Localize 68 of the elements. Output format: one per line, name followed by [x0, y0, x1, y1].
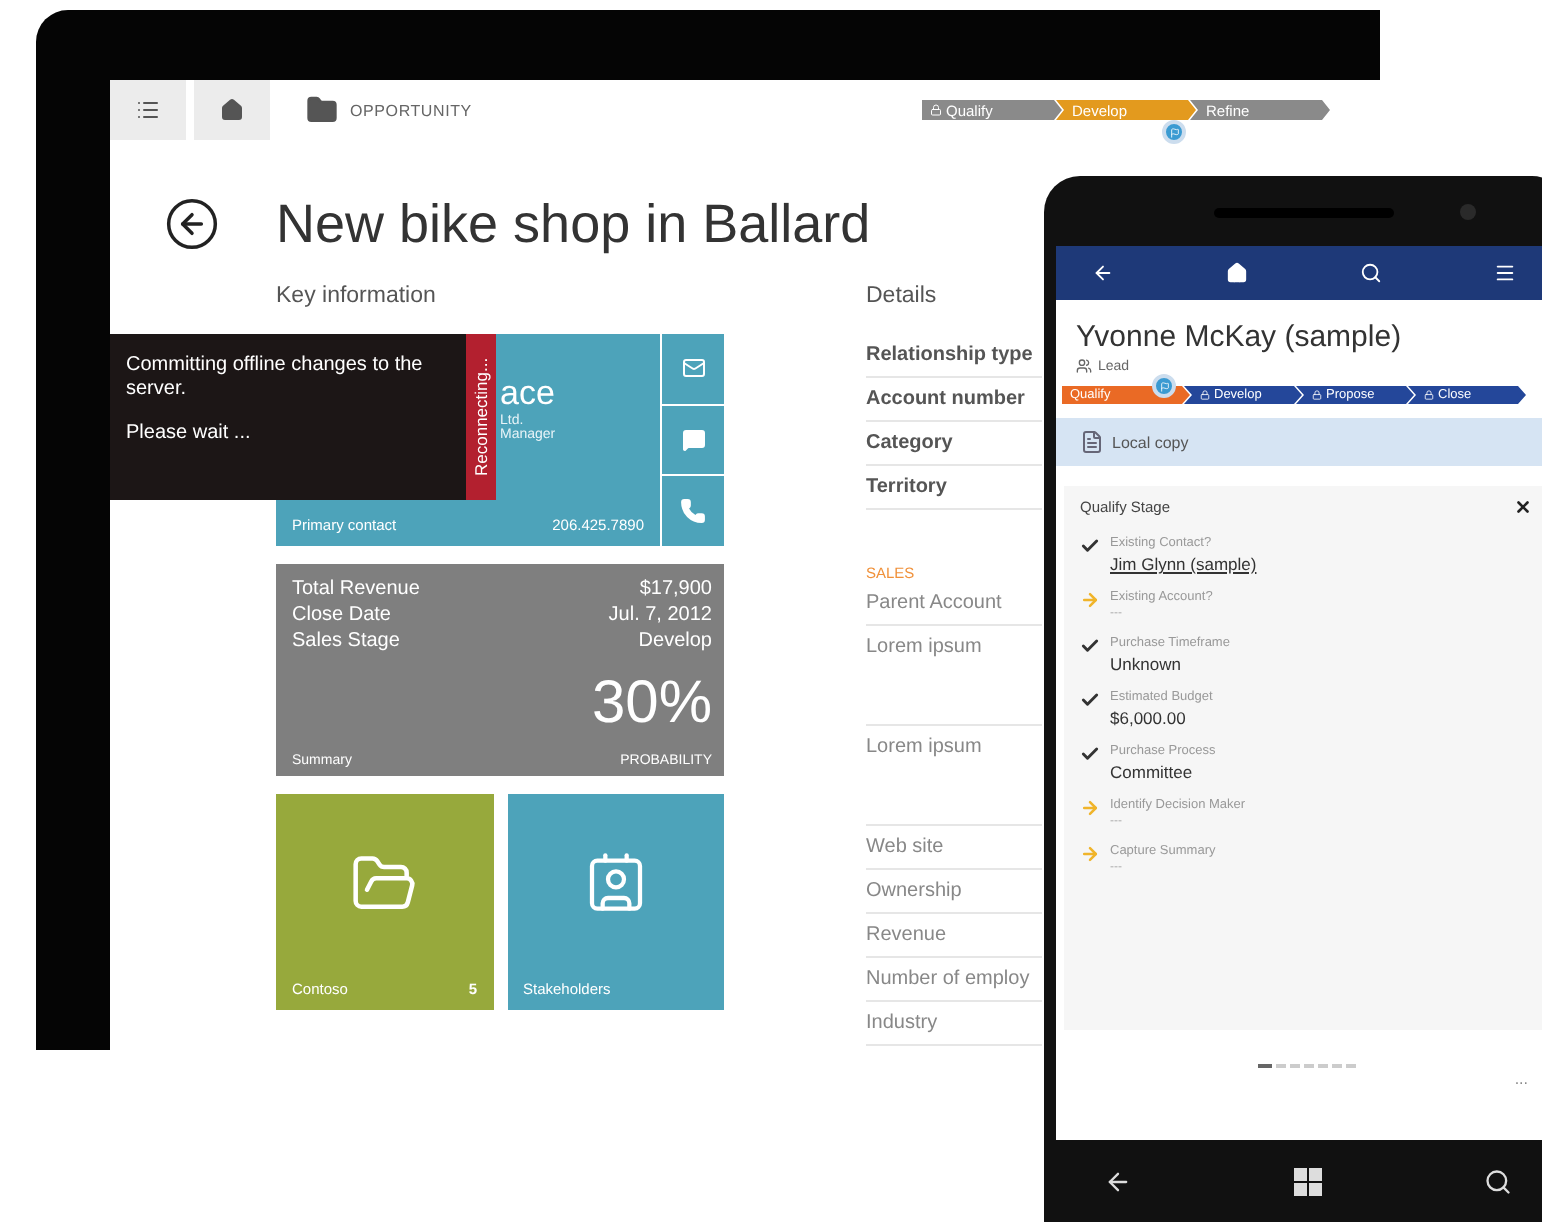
home-icon[interactable]	[1226, 262, 1248, 284]
field-label: Relationship type	[866, 344, 1033, 366]
summary-value: Develop	[638, 628, 712, 654]
phone-button[interactable]	[662, 476, 724, 547]
menu-icon[interactable]	[1494, 262, 1516, 284]
list-button[interactable]	[110, 80, 186, 140]
folder-icon	[306, 94, 338, 126]
step-value: Unknown	[1110, 654, 1183, 674]
search-icon[interactable]	[1360, 262, 1382, 284]
back-icon[interactable]	[1104, 1167, 1132, 1195]
home-button[interactable]	[194, 80, 270, 140]
summary-value: $17,900	[639, 576, 712, 602]
status-strip: Reconnecting...	[466, 334, 496, 500]
search-icon[interactable]	[1484, 1167, 1512, 1195]
document-icon	[1080, 430, 1104, 454]
check-icon	[1080, 744, 1100, 764]
chat-icon	[681, 428, 705, 452]
back-icon[interactable]	[1092, 262, 1114, 284]
camera-lens	[1460, 204, 1476, 220]
notification-hint: Please wait ...	[126, 422, 253, 446]
arrow-right-icon	[1080, 844, 1100, 864]
more-button[interactable]: ...	[1514, 1072, 1528, 1088]
mail-button[interactable]	[662, 334, 724, 404]
field-label: Account number	[866, 388, 1025, 410]
entity-label: OPPORTUNITY	[350, 101, 472, 119]
summary-label: Sales Stage	[292, 628, 400, 654]
step-value: Committee	[1110, 762, 1195, 782]
arrow-right-icon	[1080, 590, 1100, 610]
section-heading: Key information	[276, 282, 438, 312]
lock-icon	[1200, 390, 1210, 400]
probability-value: 30%	[591, 674, 712, 734]
field-label: Lorem ipsum	[866, 736, 982, 758]
step-value: $6,000.00	[1110, 708, 1188, 728]
step-link[interactable]: Jim Glynn (sample)	[1110, 554, 1257, 574]
field-label: Ownership	[866, 880, 962, 902]
check-icon	[1080, 636, 1100, 656]
phone-icon	[680, 498, 706, 525]
field-label: Industry	[866, 1012, 938, 1034]
check-icon	[1080, 536, 1100, 556]
flag-icon	[1152, 374, 1176, 398]
banner-text: Local copy	[1112, 433, 1189, 451]
lock-icon	[1424, 390, 1434, 400]
lock-icon	[930, 104, 942, 116]
check-icon	[1080, 690, 1100, 710]
field-label: Web site	[866, 836, 944, 858]
flag-icon	[1162, 120, 1186, 144]
field-label: Lorem ipsum	[866, 636, 982, 658]
close-icon[interactable]	[1514, 498, 1532, 516]
home-icon	[220, 98, 244, 122]
page-title: New bike shop in Ballard	[276, 193, 871, 255]
people-icon	[1076, 358, 1092, 374]
field-label: Number of employ	[866, 968, 1030, 990]
record-title: Yvonne McKay (sample)	[1076, 320, 1404, 354]
section-heading: Details	[866, 282, 939, 312]
message-button[interactable]	[662, 405, 724, 475]
contact-name: ace	[500, 374, 557, 413]
field-label: Territory	[866, 476, 947, 498]
arrow-right-icon	[1080, 798, 1100, 818]
summary-label: Close Date	[292, 602, 391, 628]
mail-icon	[681, 356, 705, 381]
back-icon[interactable]	[164, 196, 220, 252]
field-label: Revenue	[866, 924, 947, 946]
summary-label: Total Revenue	[292, 576, 420, 602]
windows-logo-icon[interactable]	[1294, 1167, 1322, 1195]
field-label: Parent Account	[866, 592, 1002, 614]
lock-icon	[1312, 390, 1322, 400]
summary-value: Jul. 7, 2012	[608, 602, 712, 628]
field-label: Category	[866, 432, 953, 454]
